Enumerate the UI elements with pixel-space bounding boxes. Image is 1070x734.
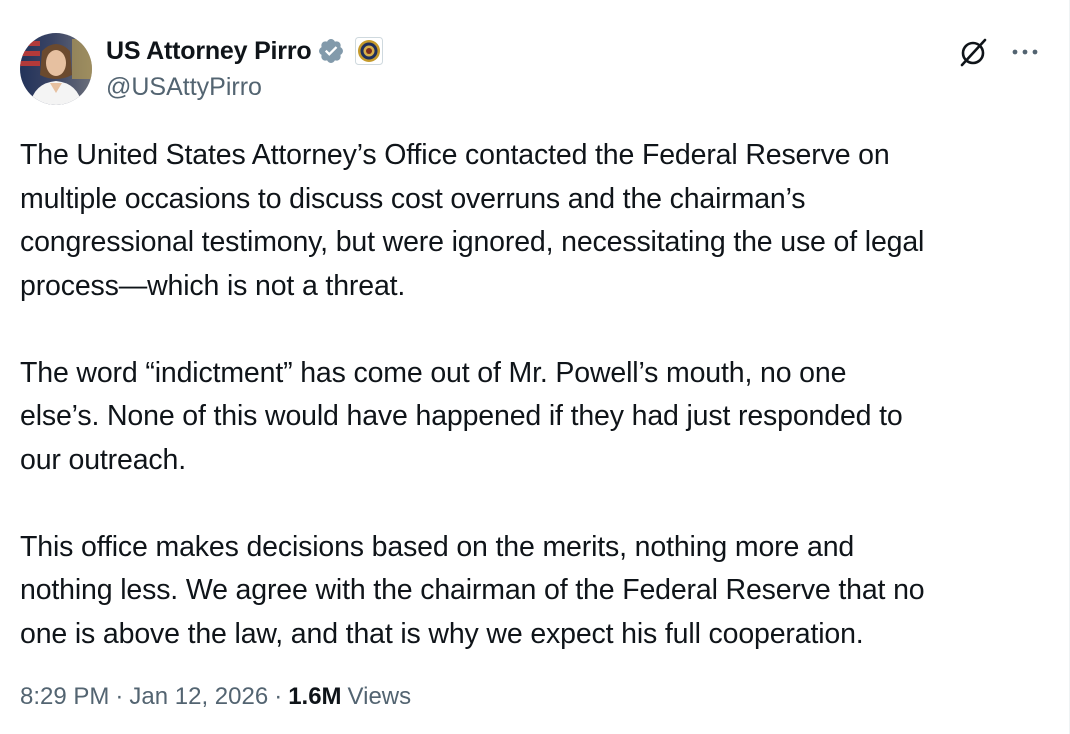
tweet-text: The United States Attorney’s Office cont… (20, 134, 1050, 656)
author-handle[interactable]: @USAttyPirro (106, 73, 262, 102)
meta-separator: · (274, 683, 283, 710)
tweet-time[interactable]: 8:29 PM (20, 683, 109, 711)
tweet-paragraph: The United States Attorney’s Office cont… (20, 139, 925, 302)
tweet-date[interactable]: Jan 12, 2026 (129, 683, 268, 711)
more-icon[interactable] (1008, 36, 1042, 68)
seal-icon[interactable] (355, 37, 384, 65)
avatar[interactable] (20, 33, 92, 105)
author-display-name[interactable]: US Attorney Pirro (106, 37, 312, 66)
verified-badge-icon[interactable] (317, 37, 345, 65)
meta-separator: · (115, 683, 124, 710)
views-label[interactable]: Views (348, 683, 412, 711)
views-count[interactable]: 1.6M (288, 683, 341, 711)
tweet-paragraph: This office makes decisions based on the… (20, 530, 925, 650)
grok-icon[interactable] (955, 35, 991, 71)
author-name-row: US Attorney Pirro (106, 34, 384, 68)
tweet-paragraph: The word “indictment” has come out of Mr… (20, 356, 903, 476)
tweet-meta: 8:29 PM · Jan 12, 2026 · 1.6M Views (20, 683, 411, 711)
tweet-card: US Attorney Pirro @USAttyPirro The Unite… (0, 0, 1070, 734)
